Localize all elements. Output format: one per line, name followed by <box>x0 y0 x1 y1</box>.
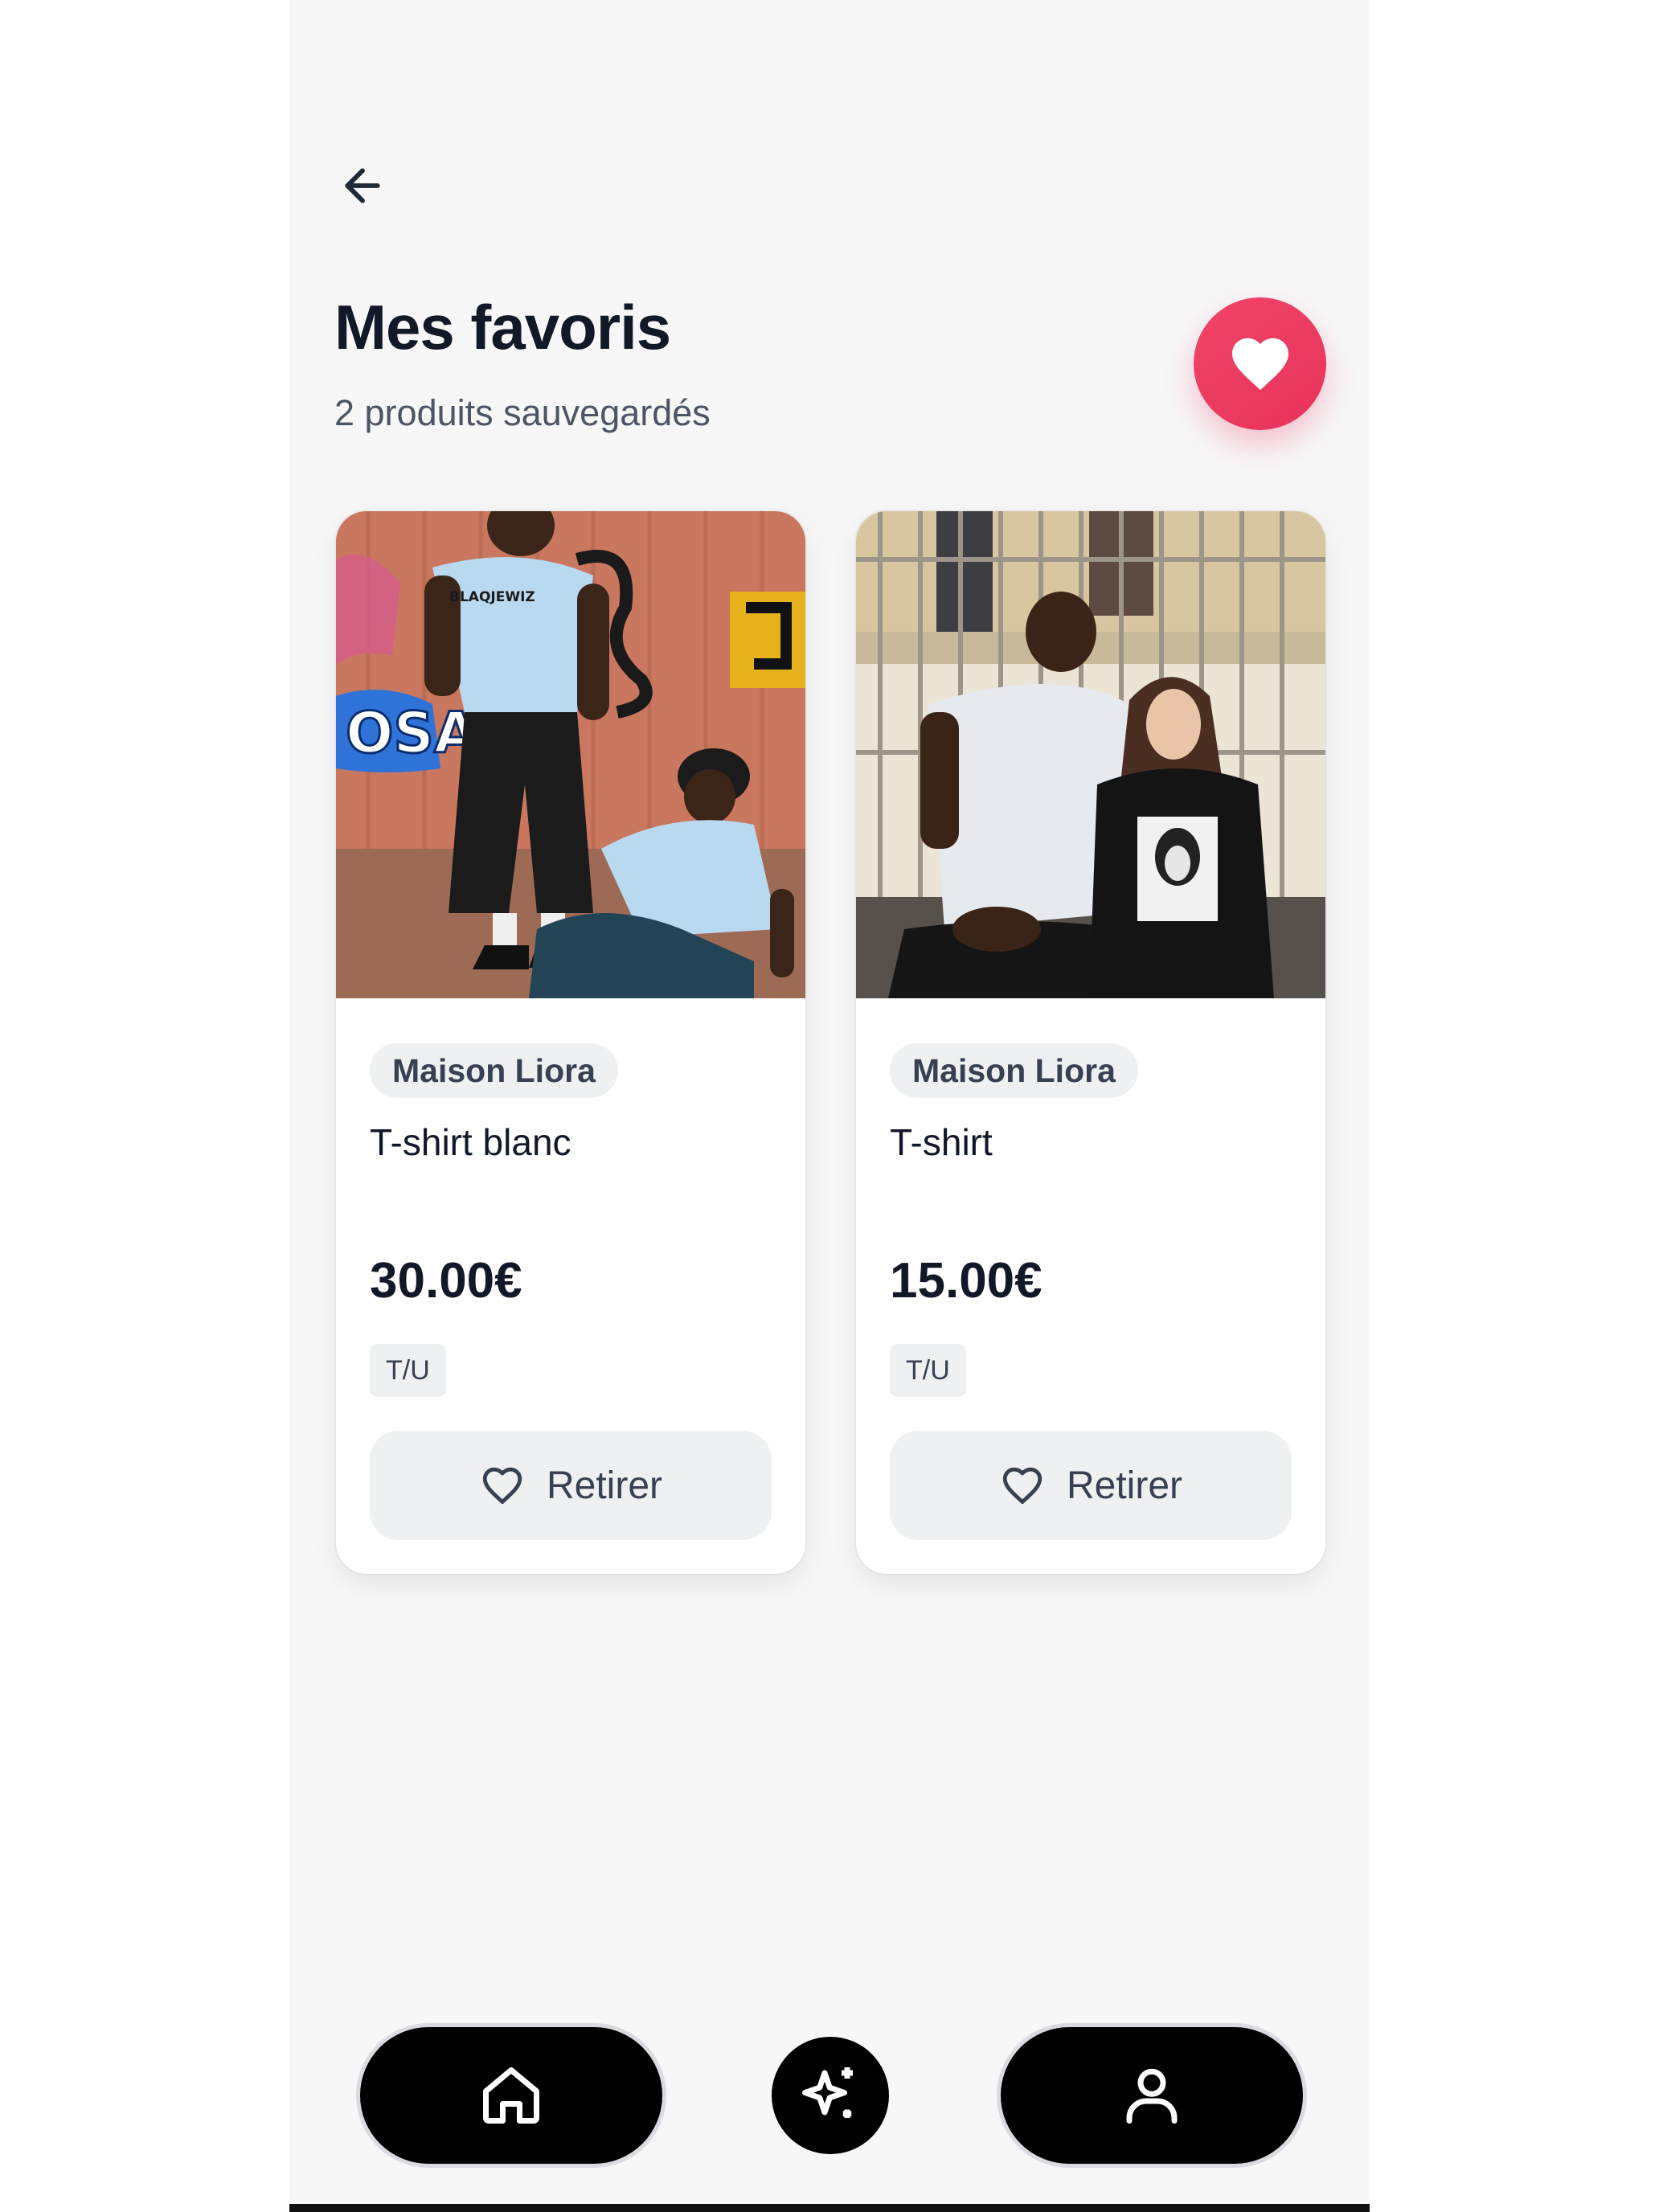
product-name: T-shirt blanc <box>370 1121 571 1163</box>
home-indicator <box>289 2204 1370 2212</box>
product-card[interactable]: Maison Liora T-shirt 15.00€ T/U Retirer <box>856 511 1325 1574</box>
shirt-print: BLAQJEWIZ <box>449 589 535 605</box>
back-button[interactable] <box>334 157 391 215</box>
nav-profile-button[interactable] <box>1001 2027 1303 2164</box>
home-icon <box>483 2067 539 2124</box>
saved-count: 2 produits sauvegardés <box>334 392 711 433</box>
page-title: Mes favoris <box>334 292 671 363</box>
size-tag: T/U <box>890 1344 966 1397</box>
remove-label: Retirer <box>546 1464 663 1507</box>
brand-tag: Maison Liora <box>370 1043 618 1098</box>
heart-outline-icon <box>1002 1467 1043 1504</box>
brand-tag: Maison Liora <box>890 1043 1138 1098</box>
product-image[interactable] <box>856 511 1325 998</box>
arrow-left-icon <box>345 168 380 203</box>
product-name: T-shirt <box>890 1121 993 1163</box>
favorites-badge <box>1194 297 1326 430</box>
product-price: 15.00€ <box>890 1253 1043 1309</box>
nav-ai-button[interactable] <box>772 2037 889 2154</box>
nav-home-button[interactable] <box>360 2027 662 2164</box>
remove-favorite-button[interactable]: Retirer <box>370 1431 772 1540</box>
user-icon <box>1126 2068 1178 2124</box>
product-image[interactable]: OSA BLAQJEWIZ <box>336 511 805 998</box>
product-card[interactable]: OSA BLAQJEWIZ Maison Liora T-shirt blanc… <box>336 511 805 1574</box>
sparkles-icon <box>802 2067 853 2118</box>
size-tag: T/U <box>370 1344 446 1397</box>
bottom-navigation <box>289 2017 1370 2178</box>
product-price: 30.00€ <box>370 1253 522 1309</box>
app-screen: Mes favoris 2 produits sauvegardés OSA B… <box>289 0 1370 2204</box>
heart-filled-icon <box>1231 338 1288 390</box>
heart-outline-icon <box>482 1467 522 1504</box>
svg-text:OSA: OSA <box>346 700 477 766</box>
remove-label: Retirer <box>1066 1464 1183 1507</box>
remove-favorite-button[interactable]: Retirer <box>890 1431 1292 1540</box>
